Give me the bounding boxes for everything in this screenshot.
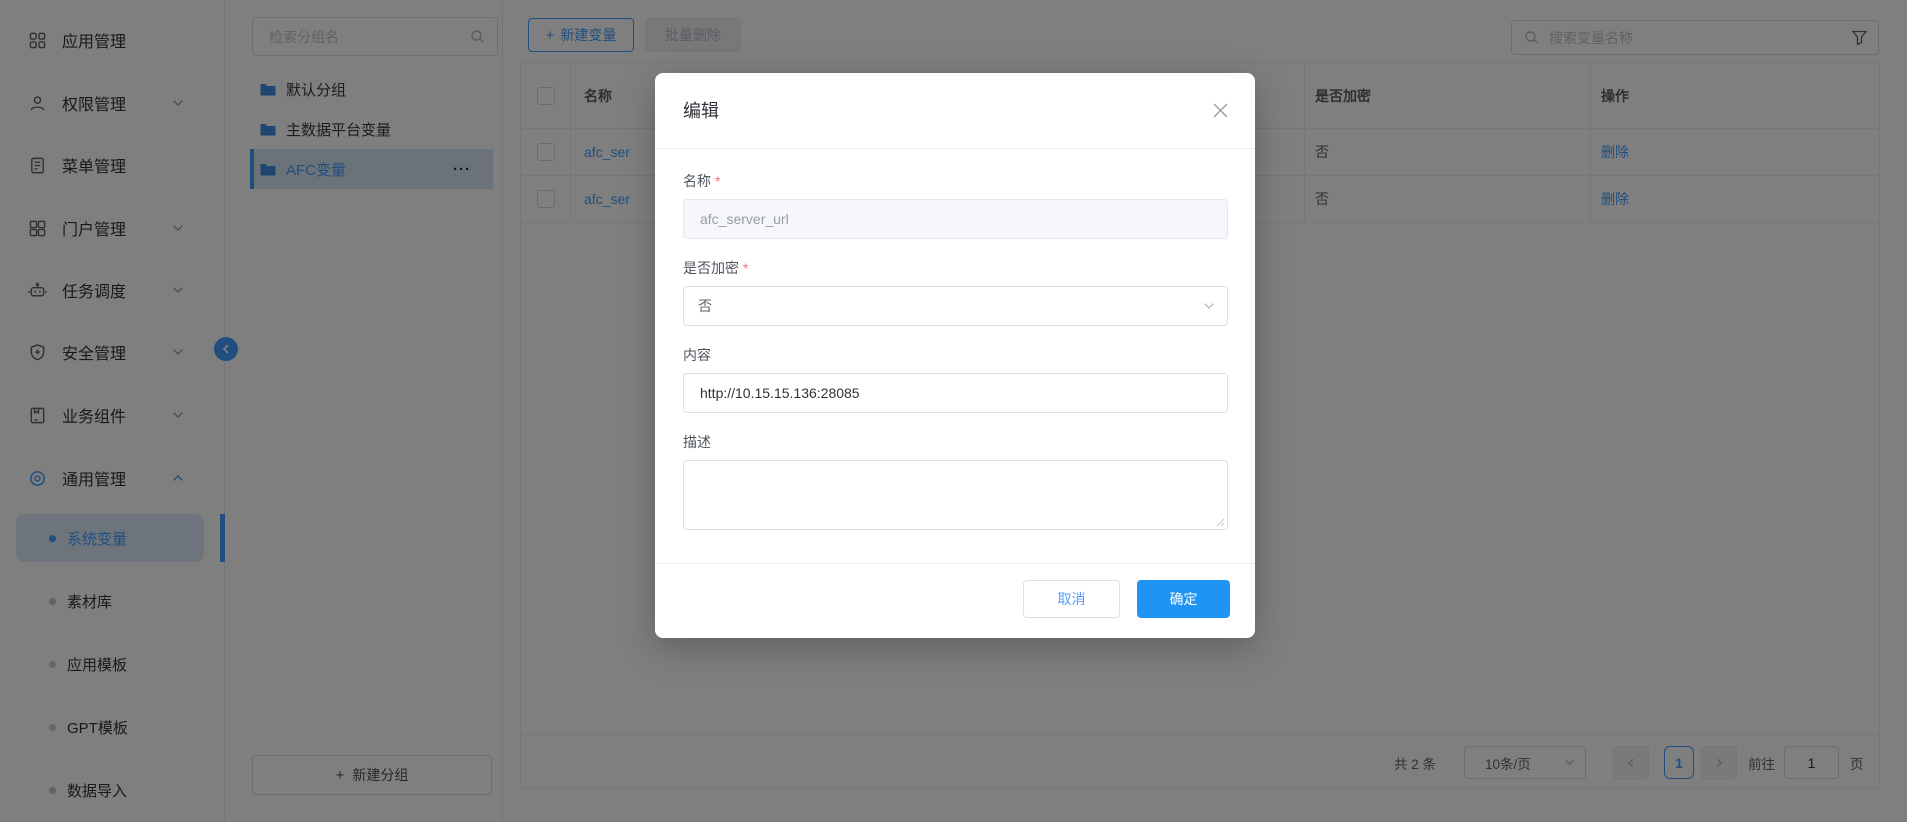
chevron-down-icon [1203,300,1215,312]
confirm-button[interactable]: 确定 [1137,580,1230,618]
required-asterisk: * [743,260,749,276]
content-field [683,373,1228,413]
name-field [683,199,1228,239]
close-icon[interactable] [1212,102,1229,119]
resize-handle-icon[interactable] [1216,518,1225,527]
description-field-label: 描述 [683,434,711,450]
encrypted-select-value: 否 [698,298,712,314]
description-field [683,460,1228,530]
cancel-button[interactable]: 取消 [1023,580,1120,618]
name-input [698,210,1227,228]
content-field-label: 内容 [683,347,711,363]
dialog-footer-divider [655,563,1255,564]
content-input[interactable] [698,384,1227,402]
edit-dialog: 编辑 名称* 是否加密* 否 内容 描述 取消 确定 [655,73,1255,638]
required-asterisk: * [715,173,721,189]
dialog-header-divider [655,148,1255,149]
description-textarea[interactable] [684,461,1227,529]
encrypted-select[interactable]: 否 [683,286,1228,326]
dialog-title: 编辑 [683,101,719,121]
name-field-label: 名称 * [683,173,721,189]
encrypted-field-label: 是否加密 * [683,260,749,276]
